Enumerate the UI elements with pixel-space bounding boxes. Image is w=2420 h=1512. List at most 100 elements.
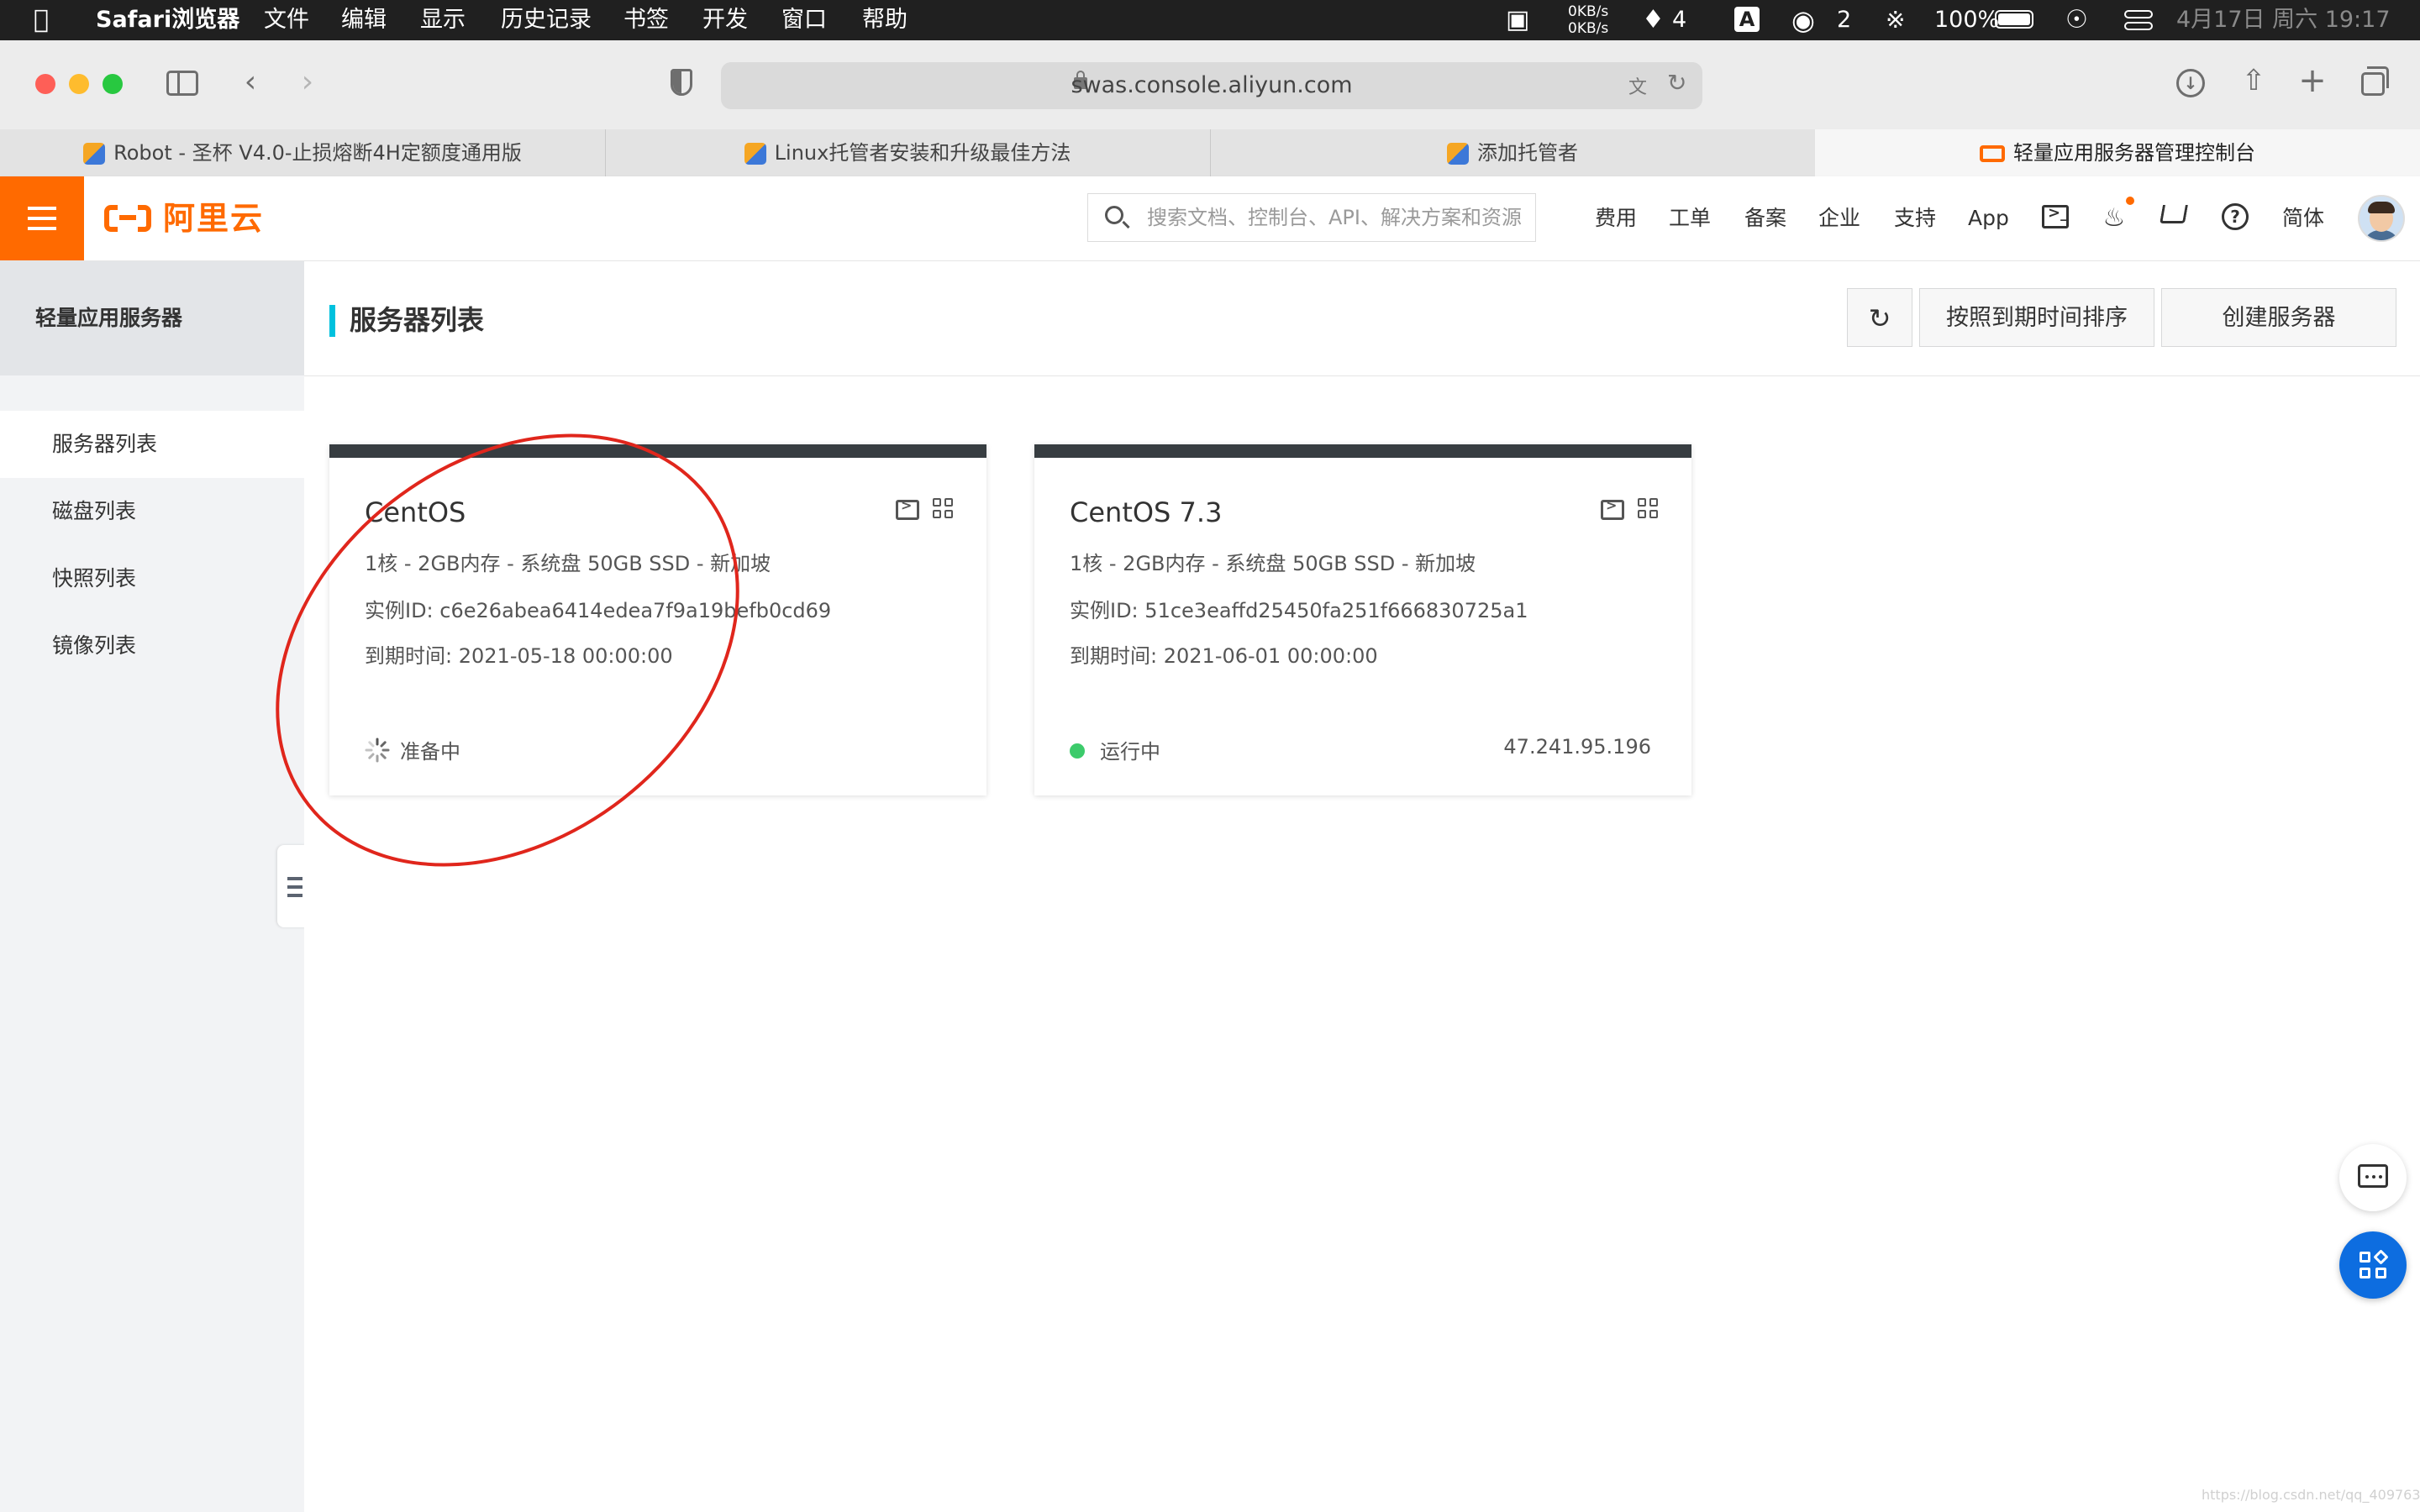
nav-billing[interactable]: 费用 — [1595, 176, 1637, 260]
tab-label: 添加托管者 — [1477, 141, 1578, 165]
menu-window[interactable]: 窗口 — [781, 0, 827, 40]
server-name[interactable]: CentOS 7.3 — [1070, 496, 1222, 528]
menu-develop[interactable]: 开发 — [702, 0, 748, 40]
refresh-icon: ↻ — [1868, 302, 1891, 334]
browser-tab-add-docker[interactable]: 添加托管者 — [1210, 129, 1816, 176]
qq-icon[interactable]: ♦ — [1642, 0, 1665, 40]
net-down-speed: 0KB/s — [1568, 20, 1609, 37]
privacy-shield-icon[interactable] — [671, 69, 692, 96]
server-ip[interactable]: 47.241.95.196 — [1503, 735, 1651, 759]
feedback-chat-button[interactable] — [2339, 1144, 2407, 1211]
browser-toolbar: ‹ › swas.console.aliyun.com 文 ↻ ↓ ⇧ + — [0, 40, 2420, 130]
input-method-icon[interactable]: A — [1734, 7, 1760, 32]
global-search[interactable] — [1087, 193, 1536, 242]
browser-tab-linux-guide[interactable]: Linux托管者安装和升级最佳方法 — [605, 129, 1211, 176]
apple-icon[interactable]:  — [34, 0, 49, 40]
server-card[interactable]: CentOS 7.3 1核 - 2GB内存 - 系统盘 50GB SSD - 新… — [1034, 444, 1691, 795]
create-server-button[interactable]: 创建服务器 — [2161, 288, 2396, 347]
aliyun-favicon-icon — [1980, 145, 2005, 162]
remote-terminal-icon[interactable] — [896, 497, 919, 520]
refresh-button[interactable]: ↻ — [1847, 288, 1912, 347]
browser-tab-bar: Robot - 圣杯 V4.0-止损熔断4H定额度通用版 Linux托管者安装和… — [0, 129, 2420, 177]
bluetooth-icon[interactable]: ※ — [1886, 0, 1905, 40]
reload-icon[interactable]: ↻ — [1667, 69, 1686, 97]
wechat-count: 2 — [1837, 7, 1852, 33]
aliyun-logo-text[interactable]: 阿里云 — [163, 197, 264, 240]
server-spec: 1核 - 2GB内存 - 系统盘 50GB SSD - 新加坡 — [365, 552, 771, 575]
sidebar-item-label: 快照列表 — [52, 566, 137, 591]
window-minimize-button[interactable] — [69, 74, 89, 94]
app-grid-icon[interactable] — [1638, 498, 1661, 522]
menu-edit[interactable]: 编辑 — [341, 0, 387, 40]
wifi-icon[interactable]: ☉ — [2065, 0, 2088, 40]
nav-tickets[interactable]: 工单 — [1669, 176, 1711, 260]
nav-app[interactable]: App — [1968, 176, 2009, 260]
fmz-favicon-icon — [744, 143, 766, 165]
avatar-body — [2363, 230, 2400, 240]
menu-bookmarks[interactable]: 书签 — [623, 0, 669, 40]
tab-label: Linux托管者安装和升级最佳方法 — [774, 141, 1071, 165]
help-icon[interactable]: ? — [2222, 203, 2249, 230]
collapse-line — [287, 894, 302, 897]
sidebar-toggle-icon[interactable] — [166, 71, 198, 96]
sidebar-item-label: 镜像列表 — [52, 633, 137, 658]
menu-file[interactable]: 文件 — [264, 0, 309, 40]
address-bar[interactable]: swas.console.aliyun.com 文 ↻ — [721, 62, 1702, 109]
server-name[interactable]: CentOS — [365, 496, 466, 528]
server-card[interactable]: CentOS 1核 - 2GB内存 - 系统盘 50GB SSD - 新加坡 实… — [329, 444, 986, 795]
nav-enterprise[interactable]: 企业 — [1818, 176, 1860, 260]
search-input[interactable] — [1147, 194, 1525, 241]
menubar-clock[interactable]: 4月17日 周六 19:17 — [2176, 0, 2391, 40]
cloud-shell-icon[interactable]: >_ — [2042, 204, 2069, 228]
browser-tab-swas-console[interactable]: 轻量应用服务器管理控制台 — [1815, 129, 2420, 176]
sidebar-item-disks[interactable]: 磁盘列表 — [0, 478, 304, 545]
sidebar-item-label: 服务器列表 — [52, 432, 158, 456]
fmz-favicon-icon — [1447, 143, 1469, 165]
remote-terminal-icon[interactable] — [1601, 497, 1624, 520]
loading-spinner-icon — [365, 738, 390, 763]
wechat-icon[interactable]: ◉ — [1791, 0, 1815, 40]
cat-app-icon[interactable]: ▣ — [1506, 0, 1529, 40]
menu-help[interactable]: 帮助 — [862, 0, 908, 40]
forward-icon[interactable]: › — [291, 66, 324, 99]
tab-label: Robot - 圣杯 V4.0-止损熔断4H定额度通用版 — [113, 141, 522, 165]
menu-app-name[interactable]: Safari浏览器 — [96, 0, 239, 40]
tab-overview-icon[interactable] — [2361, 66, 2389, 96]
back-icon[interactable]: ‹ — [234, 66, 267, 99]
battery-icon[interactable] — [1995, 10, 2033, 29]
sort-by-expiry-button[interactable]: 按照到期时间排序 — [1919, 288, 2154, 347]
expiry-value: 2021-05-18 00:00:00 — [458, 644, 673, 668]
app-grid-icon[interactable] — [933, 498, 956, 522]
quick-apps-button[interactable] — [2339, 1231, 2407, 1299]
menu-view[interactable]: 显示 — [420, 0, 466, 40]
card-top-bar — [1034, 444, 1691, 458]
nav-icp[interactable]: 备案 — [1744, 176, 1786, 260]
menu-toggle-button[interactable] — [0, 176, 84, 260]
server-status: 运行中 — [1070, 735, 1160, 764]
share-icon[interactable]: ⇧ — [2237, 64, 2270, 97]
csdn-watermark: https://blog.csdn.net/qq_40976382 — [2202, 1487, 2420, 1503]
menu-history[interactable]: 历史记录 — [501, 0, 592, 40]
downloads-icon[interactable]: ↓ — [2176, 69, 2205, 97]
window-close-button[interactable] — [35, 74, 55, 94]
notification-bell-icon[interactable]: ♨ — [2097, 202, 2131, 235]
sidebar-item-snapshots[interactable]: 快照列表 — [0, 545, 304, 612]
language-switch[interactable]: 简体 — [2282, 176, 2324, 260]
menu-line — [28, 207, 56, 210]
sidebar-item-images[interactable]: 镜像列表 — [0, 612, 304, 680]
translate-icon[interactable]: 文 — [1628, 72, 1647, 99]
new-tab-icon[interactable]: + — [2296, 64, 2329, 97]
nav-support[interactable]: 支持 — [1894, 176, 1936, 260]
sidebar-item-servers[interactable]: 服务器列表 — [0, 411, 304, 478]
fmz-favicon-icon — [83, 143, 106, 165]
status-text: 运行中 — [1100, 740, 1160, 764]
user-avatar[interactable] — [2358, 195, 2405, 242]
cart-icon[interactable] — [2160, 205, 2188, 223]
server-status: 准备中 — [365, 735, 460, 765]
menu-line — [28, 217, 56, 220]
browser-tab-robot[interactable]: Robot - 圣杯 V4.0-止损熔断4H定额度通用版 — [0, 129, 606, 176]
sidebar-collapse-handle[interactable] — [277, 845, 306, 927]
window-zoom-button[interactable] — [103, 74, 123, 94]
chat-bubble-icon — [2358, 1164, 2388, 1188]
control-center-icon[interactable] — [2124, 10, 2153, 30]
